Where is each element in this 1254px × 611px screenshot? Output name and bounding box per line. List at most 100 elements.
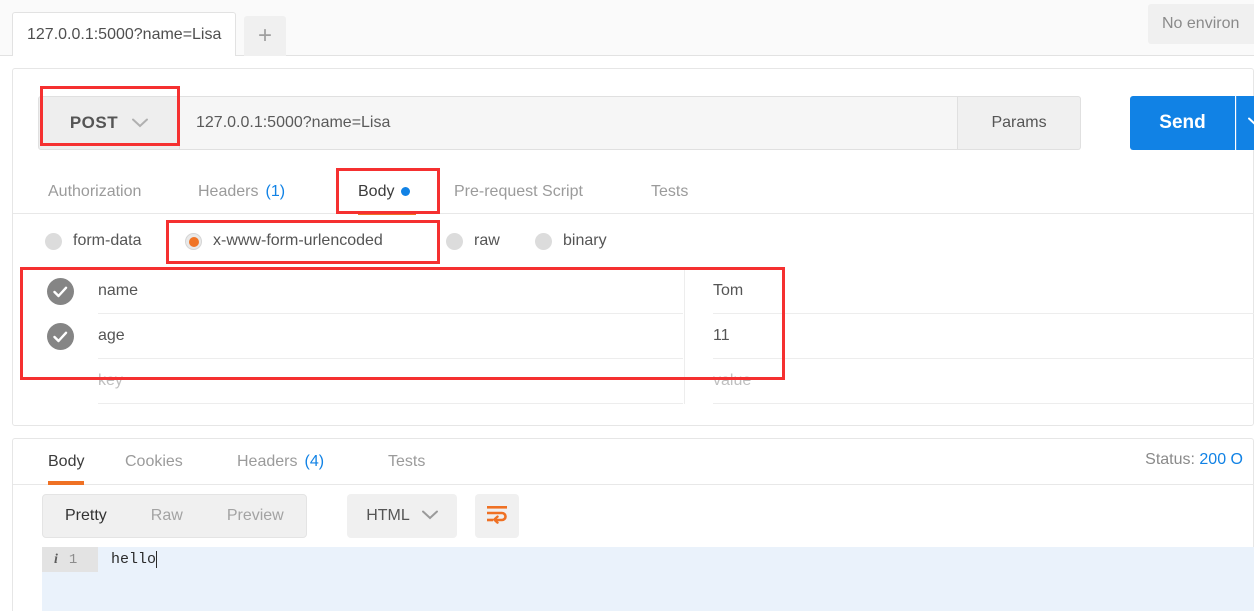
radio-icon [535,232,552,250]
text-caret [156,551,158,568]
tab-headers[interactable]: Headers (1) [198,169,285,214]
response-tab-tests[interactable]: Tests [388,439,425,484]
send-button[interactable]: Send [1130,96,1235,150]
chevron-down-icon [132,113,149,133]
column-divider [684,314,685,359]
view-mode-label: Pretty [65,507,107,524]
tab-label: Tests [388,452,426,470]
chevron-down-icon [1247,114,1254,132]
postman-window: 127.0.0.1:5000?name=Lisa + No environ PO… [0,0,1254,611]
request-tab-label: 127.0.0.1:5000?name=Lisa [27,25,222,43]
view-mode-pretty[interactable]: Pretty [43,495,129,537]
unsaved-dot-icon [401,187,411,196]
response-tabs: Body Cookies Headers (4) Tests Status: 2… [13,439,1254,485]
radio-icon [446,232,463,250]
chevron-down-icon [421,507,438,525]
body-type-label: raw [474,232,500,249]
line-gutter: i 1 [42,547,98,572]
row-key-text: name [98,282,139,299]
request-panel: POST 127.0.0.1:5000?name=Lisa Params Sen… [12,68,1254,426]
tab-authorization[interactable]: Authorization [48,169,141,214]
tab-label: Authorization [48,182,142,200]
table-row[interactable]: age 11 [13,314,1254,359]
response-panel: Body Cookies Headers (4) Tests Status: 2… [12,438,1254,611]
word-wrap-button[interactable] [475,494,519,538]
tab-count: (1) [265,182,286,200]
format-label: HTML [366,507,410,524]
row-key-text: age [98,327,125,344]
format-selector[interactable]: HTML [347,494,457,538]
plus-icon: + [257,22,272,49]
row-value-text: Tom [713,282,744,299]
send-label: Send [1159,112,1206,133]
radio-icon [45,232,62,250]
new-tab-button[interactable]: + [244,16,286,56]
column-divider [684,359,685,404]
view-mode-preview[interactable]: Preview [205,495,306,537]
row-value-input[interactable]: 11 [713,314,1254,359]
tab-label: Headers [237,452,298,470]
body-type-label: binary [563,232,607,249]
response-body-editor[interactable]: i 1 hello [42,547,1254,611]
response-tab-cookies[interactable]: Cookies [125,439,183,484]
tab-pre-request-script[interactable]: Pre-request Script [454,169,583,214]
info-icon: i [54,551,58,567]
tab-count: (4) [304,452,325,470]
body-type-binary[interactable]: binary [535,226,607,256]
tab-tests[interactable]: Tests [651,169,688,214]
body-type-form-data[interactable]: form-data [45,226,141,256]
row-enabled-checkbox[interactable] [47,278,74,305]
code-text: hello [98,551,156,568]
response-tab-body[interactable]: Body [48,439,85,485]
line-number: 1 [68,551,78,568]
params-button[interactable]: Params [958,96,1081,150]
new-row-key-placeholder: key [98,372,123,389]
code-line: i 1 hello [42,547,1254,572]
tab-body[interactable]: Body [358,169,417,215]
tab-strip: 127.0.0.1:5000?name=Lisa + No environ [0,0,1254,56]
body-type-options: form-data x-www-form-urlencoded raw bina… [13,214,1254,269]
row-value-input[interactable]: Tom [713,269,1254,314]
url-bar: POST 127.0.0.1:5000?name=Lisa Params [38,96,1081,150]
table-row[interactable]: name Tom [13,269,1254,314]
view-mode-label: Preview [226,507,284,524]
radio-icon [185,232,202,250]
view-mode-raw[interactable]: Raw [129,495,205,537]
status-badge: Status: 200 O [1145,451,1243,469]
body-type-label: x-www-form-urlencoded [213,232,383,249]
body-type-raw[interactable]: raw [446,226,500,256]
row-key-input[interactable]: name [98,269,683,314]
tab-label: Headers [198,182,259,200]
code-content: hello [111,551,157,568]
body-type-urlencoded[interactable]: x-www-form-urlencoded [185,226,383,256]
view-mode-group: Pretty Raw Preview [42,494,307,538]
word-wrap-icon [485,504,509,529]
method-label: POST [69,113,119,132]
new-row-key-input[interactable]: key [98,359,683,404]
url-text: 127.0.0.1:5000?name=Lisa [196,114,391,131]
tab-label: Tests [651,182,689,200]
tab-label: Pre-request Script [454,182,583,200]
body-kv-table: name Tom age 11 key value [13,269,1254,404]
request-tabs: Authorization Headers (1) Body Pre-reque… [13,169,1254,215]
row-enabled-checkbox[interactable] [47,323,74,350]
row-key-input[interactable]: age [98,314,683,359]
tab-label: Cookies [125,452,183,470]
environment-label: No environ [1162,15,1240,32]
send-options-button[interactable] [1236,96,1254,150]
status-code: 200 O [1199,451,1243,468]
response-tab-headers[interactable]: Headers (4) [237,439,324,484]
url-input[interactable]: 127.0.0.1:5000?name=Lisa [180,96,958,150]
request-tab[interactable]: 127.0.0.1:5000?name=Lisa [12,12,236,56]
table-row-empty[interactable]: key value [13,359,1254,404]
new-row-value-placeholder: value [713,372,752,389]
response-toolbar: Pretty Raw Preview HTML [13,485,1254,547]
row-value-text: 11 [713,327,730,344]
method-selector[interactable]: POST [38,96,180,150]
new-row-value-input[interactable]: value [713,359,1254,404]
tab-label: Body [358,182,395,200]
body-type-label: form-data [73,232,142,249]
tab-label: Body [48,452,85,470]
environment-selector[interactable]: No environ [1148,4,1254,44]
params-label: Params [991,114,1047,131]
